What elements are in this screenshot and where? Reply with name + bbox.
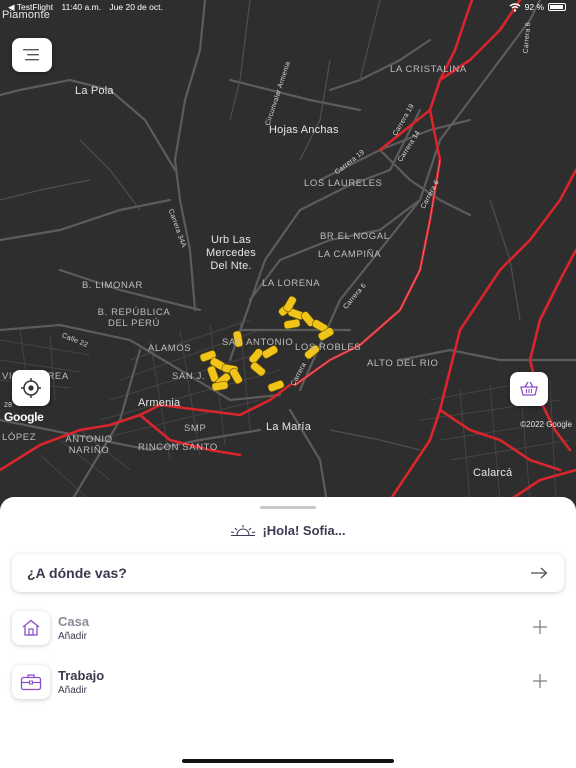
map-view[interactable]: Piamonte La Pola Hojas Anchas LA CRISTAL…	[0, 0, 576, 520]
map-label-antonio-narino: ANTONIO NARIÑO	[58, 434, 120, 456]
status-left: ◀ TestFlight 11:40 a.m. Jue 20 de oct.	[8, 2, 169, 13]
map-label-la-cristalina: LA CRISTALINA	[390, 64, 467, 75]
saved-place-trabajo-text: Trabajo Añadir	[58, 668, 104, 696]
map-label-san-antonio: SAN ANTONIO	[222, 337, 294, 348]
google-logo: Google	[4, 410, 44, 424]
destination-search-text: ¿A dónde vas?	[27, 565, 127, 581]
briefcase-icon	[20, 674, 42, 691]
map-copyright: ©2022 Google	[520, 420, 572, 429]
saved-place-casa-title: Casa	[58, 614, 90, 629]
saved-place-trabajo[interactable]: Trabajo Añadir	[12, 661, 564, 703]
status-time: 11:40 a.m.	[61, 2, 102, 12]
bottom-sheet: ¡Hola! Sofia... ¿A dónde vas? Casa Añadi…	[0, 497, 576, 768]
map-label-la-lorena: LA LORENA	[262, 278, 321, 289]
saved-place-casa-text: Casa Añadir	[58, 614, 89, 642]
map-label-republica-line2: DEL PERÚ	[108, 318, 160, 329]
saved-place-casa[interactable]: Casa Añadir	[12, 607, 564, 649]
add-trabajo-plus-icon[interactable]	[532, 673, 548, 689]
map-label-urb-line3: Del Nte.	[210, 260, 252, 272]
map-label-urb-las-mercedes: Urb Las Mercedes Del Nte.	[200, 234, 262, 273]
map-label-antonio-narino-line1: ANTONIO	[65, 434, 113, 445]
status-date: Jue 20 de oct.	[109, 2, 163, 12]
home-indicator[interactable]	[182, 759, 394, 763]
saved-place-casa-subtitle: Añadir	[58, 631, 87, 642]
status-right: 92 %	[509, 2, 566, 12]
home-icon-box	[12, 611, 50, 645]
map-label-republica-peru: B. REPÚBLICA DEL PERÚ	[92, 307, 176, 329]
map-label-rincon-santo: RINCON SANTO	[138, 442, 218, 453]
map-label-republica-line1: B. REPÚBLICA	[97, 307, 171, 318]
map-label-alamos: ALAMOS	[148, 343, 192, 354]
add-casa-plus-icon[interactable]	[532, 619, 548, 635]
saved-place-trabajo-subtitle: Añadir	[58, 685, 87, 696]
app-screen: Piamonte La Pola Hojas Anchas LA CRISTAL…	[0, 0, 576, 768]
map-label-alto-del-rio: ALTO DEL RIO	[367, 358, 439, 369]
menu-button[interactable]	[12, 38, 52, 72]
map-label-hojas-anchas: Hojas Anchas	[269, 124, 339, 136]
map-label-los-robles: LOS ROBLES	[295, 342, 362, 353]
arrow-right-icon	[531, 567, 548, 579]
map-label-la-campina: LA CAMPIÑA	[318, 249, 382, 260]
map-label-smp: SMP	[184, 423, 207, 434]
destination-search-box[interactable]: ¿A dónde vas?	[12, 554, 564, 592]
map-label-lopez: LÓPEZ	[2, 432, 37, 443]
sunrise-icon	[231, 524, 256, 536]
hamburger-menu-icon	[23, 49, 39, 61]
map-label-san-jose: SAN J.	[172, 371, 206, 382]
sheet-drag-handle[interactable]	[260, 506, 316, 509]
map-label-armenia: Armenia	[138, 397, 181, 409]
map-label-los-laureles: LOS LAURELES	[304, 178, 383, 189]
locate-me-button[interactable]	[12, 370, 50, 406]
status-bar: ◀ TestFlight 11:40 a.m. Jue 20 de oct. 9…	[0, 0, 576, 14]
basket-icon	[520, 381, 538, 396]
map-label-urb-line2: Mercedes	[206, 247, 256, 259]
map-label-el-nogal: BR EL NOGAL	[320, 231, 390, 242]
briefcase-icon-box	[12, 665, 50, 699]
greeting: ¡Hola! Sofia...	[0, 523, 576, 538]
battery-percent: 92 %	[524, 2, 544, 12]
battery-icon	[548, 3, 566, 11]
map-label-la-pola: La Pola	[75, 85, 114, 97]
map-label-antonio-narino-line2: NARIÑO	[68, 445, 110, 456]
map-label-limonar: B. LIMONAR	[82, 280, 143, 291]
map-label-calarca: Calarcá	[473, 467, 513, 479]
crosshair-locate-icon	[21, 378, 41, 398]
map-label-la-maria: La María	[266, 421, 312, 433]
basket-button[interactable]	[510, 372, 548, 406]
back-to-app-link[interactable]: ◀ TestFlight	[8, 2, 53, 12]
road-label-28: 28	[4, 402, 13, 409]
home-icon	[22, 619, 40, 636]
map-label-urb-line1: Urb Las	[211, 234, 251, 246]
greeting-text: ¡Hola! Sofia...	[262, 523, 346, 538]
wifi-icon	[509, 2, 521, 12]
saved-place-trabajo-title: Trabajo	[58, 668, 105, 683]
